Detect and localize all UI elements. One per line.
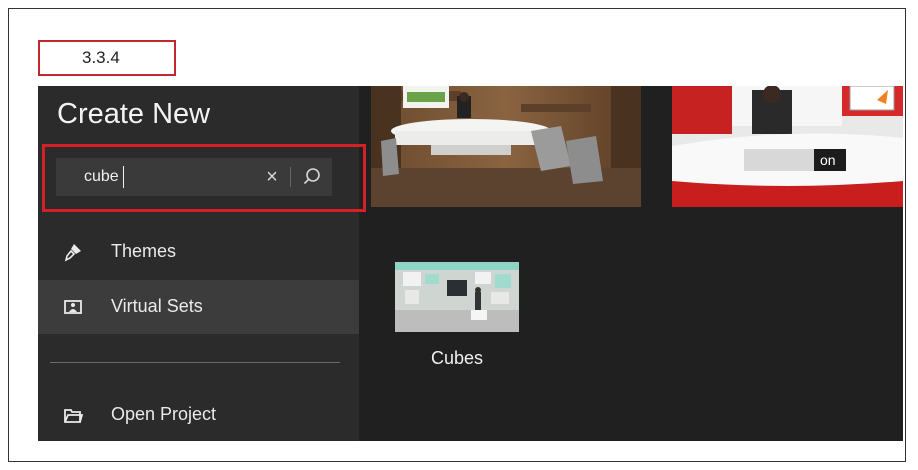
virtual-set-thumbnail-boardroom[interactable] [371,86,641,207]
virtual-set-thumbnail-newsroom[interactable]: on [672,86,903,207]
sidebar-item-label: Themes [111,241,177,261]
boardroom-thumbnail-image [371,86,641,207]
newsroom-overlay-text: on [820,152,836,168]
virtual-set-thumbnail-cubes[interactable] [395,262,519,332]
newsroom-thumbnail-image: on [672,86,903,207]
cubes-thumbnail-image [395,262,519,332]
picture-icon [64,300,82,314]
sidebar-item-open-project[interactable]: Open Project [38,388,359,441]
sidebar-item-label: Virtual Sets [111,296,203,316]
app-window: Create New cube × Themes Virtual Sets Op… [38,86,903,441]
step-number-label: 3.3.4 [38,40,176,76]
sidebar-divider [50,362,340,363]
sidebar-item-themes[interactable]: Themes [38,225,359,279]
folder-icon [64,409,83,423]
search-highlight-box [42,144,366,212]
virtual-set-label-cubes: Cubes [430,348,484,368]
content-area: on Cubes [359,86,903,441]
sidebar-item-label: Open Project [111,404,217,424]
page-title: Create New [57,98,211,130]
sidebar-item-virtual-sets[interactable]: Virtual Sets [38,280,359,334]
sidebar: Create New cube × Themes Virtual Sets Op… [38,86,366,441]
brush-icon [64,244,81,262]
